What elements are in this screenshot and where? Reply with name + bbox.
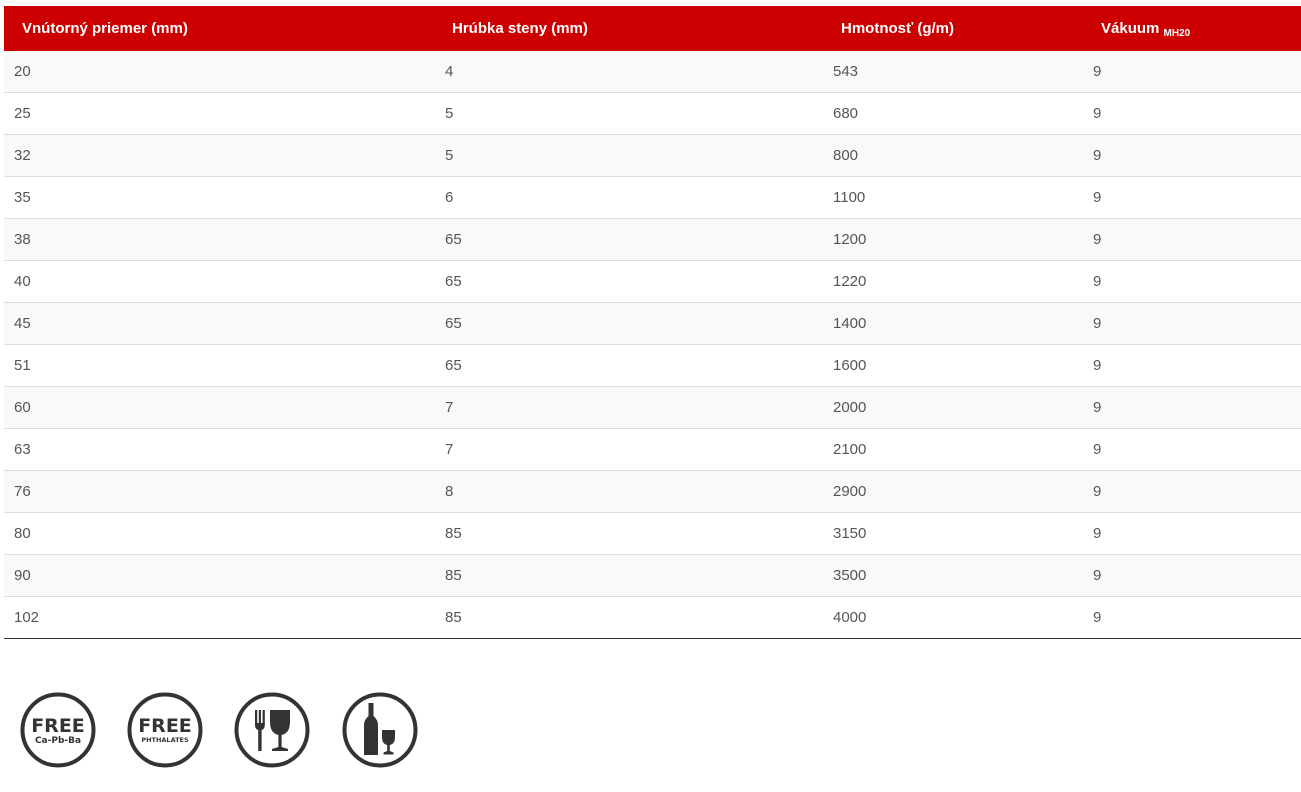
header-vacuum: Vákuum MH20 [1087, 6, 1301, 51]
wall-thickness-cell: 7 [443, 386, 824, 429]
table-row: 90 85 3500 9 [4, 554, 1301, 597]
inner-diameter-cell: 80 [4, 512, 443, 555]
weight-cell: 4000 [824, 596, 1087, 639]
vacuum-cell: 9 [1087, 302, 1301, 345]
weight-cell: 543 [824, 51, 1087, 93]
table-row: 102 85 4000 9 [4, 596, 1301, 639]
inner-diameter-cell: 35 [4, 176, 443, 219]
inner-diameter-cell: 40 [4, 260, 443, 303]
wall-thickness-cell: 5 [443, 92, 824, 135]
free-phthalates-title: FREE [138, 715, 192, 737]
table-body: 20 4 543 9 25 5 680 9 32 5 800 9 35 6 1100 9 38 65 1200 9 40… [4, 51, 1301, 639]
free-phthalates-subtitle: PHTHALATES [141, 736, 189, 744]
table-row: 80 85 3150 9 [4, 512, 1301, 555]
weight-cell: 1400 [824, 302, 1087, 345]
vacuum-cell: 9 [1087, 344, 1301, 387]
wall-thickness-cell: 8 [443, 470, 824, 513]
weight-cell: 680 [824, 92, 1087, 135]
table-row: 45 65 1400 9 [4, 302, 1301, 345]
fork-and-glass-icon [234, 692, 310, 768]
inner-diameter-cell: 38 [4, 218, 443, 261]
bottle-and-glass-badge [342, 692, 418, 768]
weight-cell: 1200 [824, 218, 1087, 261]
wall-thickness-cell: 5 [443, 134, 824, 177]
table-row: 35 6 1100 9 [4, 176, 1301, 219]
weight-cell: 1600 [824, 344, 1087, 387]
wall-thickness-cell: 4 [443, 51, 824, 93]
vacuum-cell: 9 [1087, 512, 1301, 555]
table-row: 63 7 2100 9 [4, 428, 1301, 471]
wall-thickness-cell: 6 [443, 176, 824, 219]
header-row: Vnútorný priemer (mm) Hrúbka steny (mm) … [4, 6, 1301, 51]
wall-thickness-cell: 7 [443, 428, 824, 471]
free-phthalates-icon: FREE PHTHALATES [127, 692, 203, 768]
wall-thickness-cell: 85 [443, 554, 824, 597]
bottle-and-glass-icon [342, 692, 418, 768]
table-row: 51 65 1600 9 [4, 344, 1301, 387]
table-row: 20 4 543 9 [4, 51, 1301, 93]
table-header: Vnútorný priemer (mm) Hrúbka steny (mm) … [4, 6, 1301, 51]
inner-diameter-cell: 60 [4, 386, 443, 429]
inner-diameter-cell: 51 [4, 344, 443, 387]
table-row: 38 65 1200 9 [4, 218, 1301, 261]
header-vacuum-label: Vákuum [1101, 20, 1160, 37]
weight-cell: 800 [824, 134, 1087, 177]
free-ca-subtitle: Ca-Pb-Ba [35, 736, 81, 746]
vacuum-cell: 9 [1087, 554, 1301, 597]
wall-thickness-cell: 65 [443, 344, 824, 387]
inner-diameter-cell: 25 [4, 92, 443, 135]
wall-thickness-cell: 85 [443, 512, 824, 555]
wall-thickness-cell: 65 [443, 260, 824, 303]
spec-table-wrapper: Vnútorný priemer (mm) Hrúbka steny (mm) … [4, 6, 1301, 639]
header-vacuum-unit: MH20 [1163, 28, 1191, 39]
header-inner-diameter: Vnútorný priemer (mm) [22, 20, 188, 37]
vacuum-cell: 9 [1087, 51, 1301, 93]
weight-cell: 1220 [824, 260, 1087, 303]
vacuum-cell: 9 [1087, 218, 1301, 261]
wall-thickness-cell: 65 [443, 218, 824, 261]
inner-diameter-cell: 20 [4, 51, 443, 93]
vacuum-cell: 9 [1087, 428, 1301, 471]
wall-thickness-cell: 65 [443, 302, 824, 345]
vacuum-cell: 9 [1087, 386, 1301, 429]
header-weight: Hmotnosť (g/m) [841, 20, 955, 37]
weight-cell: 2000 [824, 386, 1087, 429]
fork-and-glass-badge [234, 692, 310, 768]
free-ca-pb-ba-icon: FREE Ca-Pb-Ba [20, 692, 96, 768]
weight-cell: 2900 [824, 470, 1087, 513]
weight-cell: 3500 [824, 554, 1087, 597]
weight-cell: 3150 [824, 512, 1087, 555]
vacuum-cell: 9 [1087, 260, 1301, 303]
wall-thickness-cell: 85 [443, 596, 824, 639]
inner-diameter-cell: 76 [4, 470, 443, 513]
inner-diameter-cell: 45 [4, 302, 443, 345]
inner-diameter-cell: 102 [4, 596, 443, 639]
inner-diameter-cell: 32 [4, 134, 443, 177]
table-row: 25 5 680 9 [4, 92, 1301, 135]
table-row: 76 8 2900 9 [4, 470, 1301, 513]
free-ca-title: FREE [31, 715, 85, 737]
vacuum-cell: 9 [1087, 92, 1301, 135]
free-ca-pb-ba-badge: FREE Ca-Pb-Ba [20, 692, 96, 768]
table-row: 60 7 2000 9 [4, 386, 1301, 429]
spec-table: Vnútorný priemer (mm) Hrúbka steny (mm) … [4, 6, 1301, 639]
weight-cell: 2100 [824, 428, 1087, 471]
vacuum-cell: 9 [1087, 176, 1301, 219]
table-row: 32 5 800 9 [4, 134, 1301, 177]
weight-cell: 1100 [824, 176, 1087, 219]
inner-diameter-cell: 90 [4, 554, 443, 597]
vacuum-cell: 9 [1087, 470, 1301, 513]
free-phthalates-badge: FREE PHTHALATES [127, 692, 203, 768]
table-row: 40 65 1220 9 [4, 260, 1301, 303]
vacuum-cell: 9 [1087, 596, 1301, 639]
header-wall-thickness: Hrúbka steny (mm) [452, 20, 588, 37]
inner-diameter-cell: 63 [4, 428, 443, 471]
vacuum-cell: 9 [1087, 134, 1301, 177]
